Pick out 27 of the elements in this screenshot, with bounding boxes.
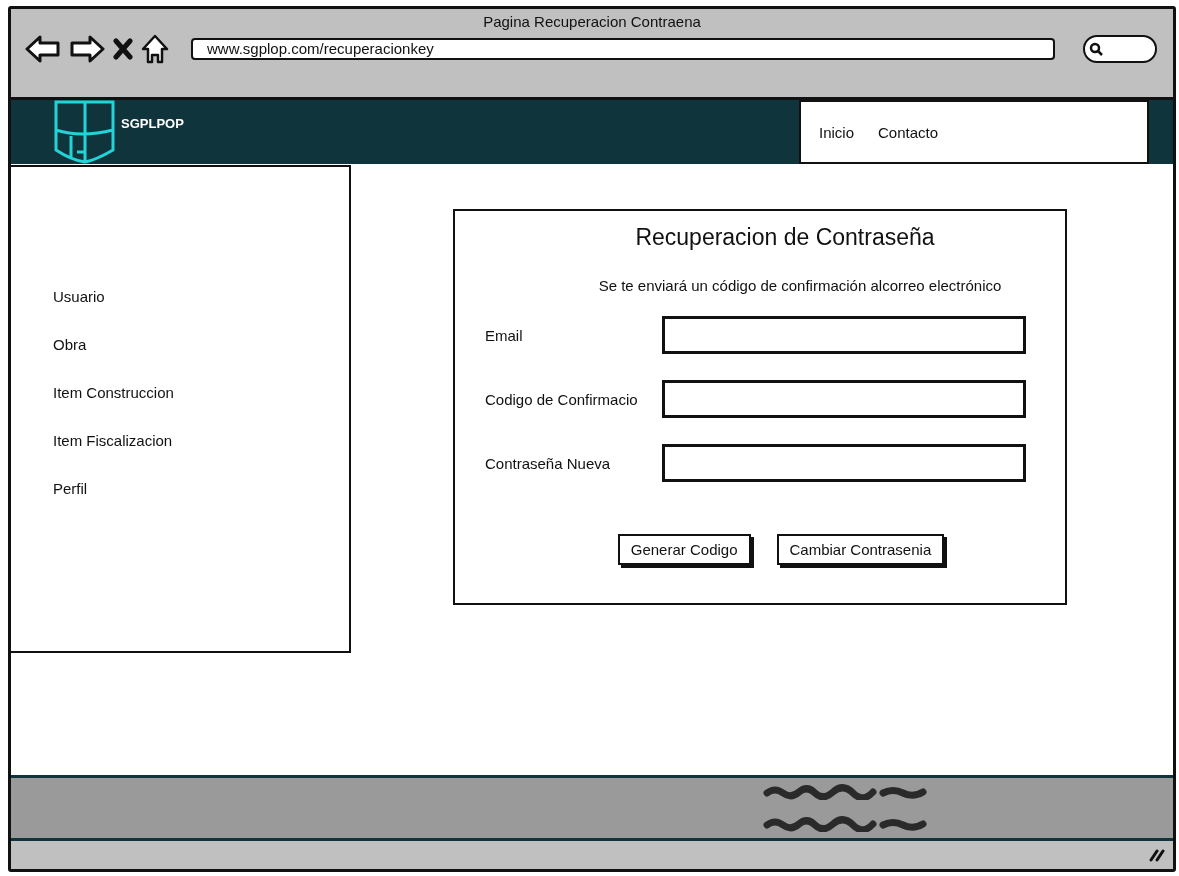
address-bar[interactable]: www.sgplop.com/recuperacionkey	[191, 38, 1055, 60]
sidebar-item[interactable]: Item Construccion	[53, 383, 349, 403]
logo-text: SGPLPOP	[121, 116, 184, 131]
input-field[interactable]	[662, 380, 1026, 418]
search-field[interactable]	[1083, 35, 1157, 63]
sidebar-item[interactable]: Obra	[53, 335, 349, 355]
nav-link[interactable]: Inicio	[819, 123, 855, 141]
sidebar-item[interactable]: Item Fiscalizacion	[53, 431, 349, 451]
form-title: Recuperacion de Contraseña	[635, 224, 935, 251]
field-label: Contraseña Nueva	[484, 454, 612, 472]
forward-arrow-icon[interactable]	[69, 34, 105, 64]
form-button[interactable]: Generar Codigo	[617, 534, 751, 565]
sidebar-item[interactable]: Perfil	[53, 479, 349, 499]
sidebar-item[interactable]: Usuario	[53, 287, 349, 307]
window-title: Pagina Recuperacion Contraena	[483, 13, 701, 30]
search-icon	[1089, 42, 1103, 56]
form-description: Se te enviará un código de confirmación alcorreo electrónico	[598, 277, 1002, 294]
input-field[interactable]	[662, 316, 1026, 354]
home-icon[interactable]	[141, 34, 169, 64]
resize-grip-icon[interactable]	[1149, 848, 1165, 862]
back-arrow-icon[interactable]	[25, 34, 61, 64]
input-field[interactable]	[662, 444, 1026, 482]
field-label: Email	[484, 326, 524, 344]
field-label: Codigo de Confirmacio	[484, 390, 639, 408]
close-icon[interactable]	[113, 38, 133, 60]
nav-link[interactable]: Contacto	[878, 123, 939, 141]
form-button[interactable]: Cambiar Contrasenia	[776, 534, 945, 565]
